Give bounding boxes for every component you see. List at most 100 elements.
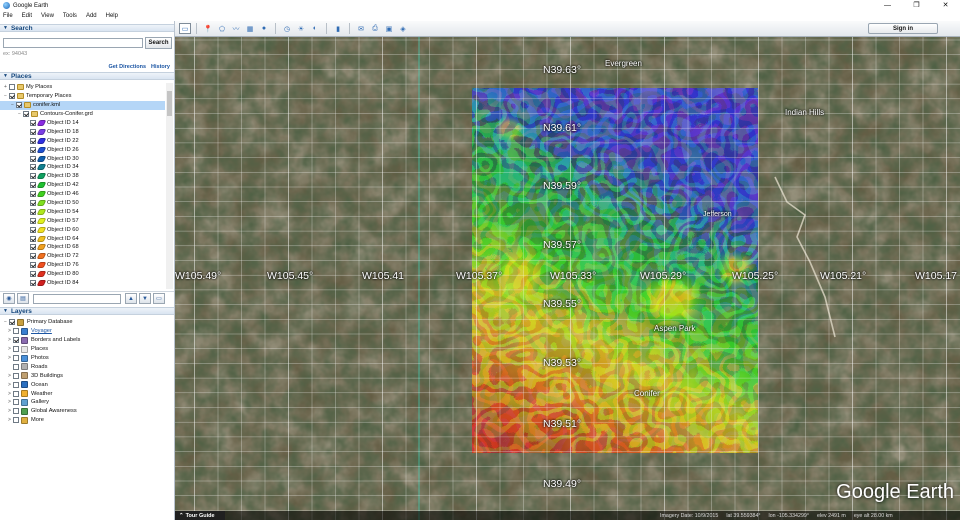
checkbox[interactable]: [30, 146, 36, 153]
checkbox[interactable]: [30, 191, 36, 198]
checkbox[interactable]: [30, 226, 36, 233]
places-item[interactable]: Object ID 26: [0, 145, 165, 154]
places-item[interactable]: Object ID 46: [0, 190, 165, 199]
search-button[interactable]: Search: [145, 37, 172, 49]
checkbox[interactable]: [9, 93, 15, 100]
layer-item[interactable]: > Places: [0, 345, 172, 354]
checkbox[interactable]: [30, 182, 36, 189]
polygon-icon[interactable]: ⬠: [216, 23, 228, 34]
places-item[interactable]: Object ID 57: [0, 216, 165, 225]
places-item[interactable]: Object ID 34: [0, 163, 165, 172]
checkbox[interactable]: [30, 128, 36, 135]
places-item[interactable]: Object ID 30: [0, 154, 165, 163]
checkbox[interactable]: [30, 244, 36, 251]
places-item[interactable]: Object ID 60: [0, 225, 165, 234]
checkbox[interactable]: [13, 417, 19, 424]
checkbox[interactable]: [13, 399, 19, 406]
expand-icon[interactable]: >: [7, 391, 12, 397]
history-link[interactable]: History: [151, 64, 170, 70]
placemark-icon[interactable]: 📍: [202, 23, 214, 34]
places-item[interactable]: − Temporary Places: [0, 92, 165, 101]
get-directions-link[interactable]: Get Directions: [108, 64, 146, 70]
arrow-down-icon[interactable]: ▼: [139, 293, 151, 304]
places-item[interactable]: Object ID 76: [0, 261, 165, 270]
expand-icon[interactable]: >: [7, 399, 12, 405]
place-label-jefferson[interactable]: Jefferson: [703, 211, 732, 218]
checkbox[interactable]: [30, 137, 36, 144]
places-item[interactable]: Object ID 68: [0, 243, 165, 252]
sunlight-icon[interactable]: ☀: [295, 23, 307, 34]
expand-icon[interactable]: >: [7, 382, 12, 388]
place-label-conifer[interactable]: Conifer: [634, 389, 660, 398]
checkbox[interactable]: [30, 164, 36, 171]
view-in-maps-icon[interactable]: ◈: [397, 23, 409, 34]
path-icon[interactable]: 〰: [230, 23, 242, 34]
menu-view[interactable]: View: [41, 13, 54, 19]
places-item[interactable]: − conifer.kml: [0, 100, 165, 110]
panel-toggle-icon[interactable]: ▤: [17, 293, 29, 304]
layer-item[interactable]: > Weather: [0, 389, 172, 398]
checkbox[interactable]: [30, 208, 36, 215]
expand-icon[interactable]: −: [3, 319, 8, 325]
close-button[interactable]: ✕: [931, 0, 960, 11]
places-item[interactable]: Object ID 54: [0, 207, 165, 216]
place-label-aspen-park[interactable]: Aspen Park: [654, 324, 695, 333]
place-label-evergreen[interactable]: Evergreen: [605, 59, 642, 68]
expand-icon[interactable]: >: [7, 355, 12, 361]
checkbox[interactable]: [13, 372, 19, 379]
menu-edit[interactable]: Edit: [22, 13, 32, 19]
checkbox[interactable]: [13, 363, 19, 370]
checkbox[interactable]: [30, 262, 36, 269]
place-label-indian-hills[interactable]: Indian Hills: [785, 108, 824, 117]
expand-icon[interactable]: >: [7, 373, 12, 379]
expand-icon[interactable]: >: [7, 408, 12, 414]
checkbox[interactable]: [30, 173, 36, 180]
map-view[interactable]: W105.49° W105.45° W105.41 W105.37° W105.…: [175, 37, 960, 520]
checkbox[interactable]: [30, 253, 36, 260]
checkbox[interactable]: [30, 271, 36, 278]
checkbox[interactable]: [13, 346, 19, 353]
layer-item[interactable]: > Ocean: [0, 380, 172, 389]
places-item[interactable]: Object ID 42: [0, 181, 165, 190]
arrow-up-icon[interactable]: ▲: [125, 293, 137, 304]
places-item[interactable]: Object ID 80: [0, 270, 165, 279]
places-item[interactable]: Object ID 50: [0, 199, 165, 208]
places-item[interactable]: Object ID 22: [0, 136, 165, 145]
layer-item[interactable]: Roads: [0, 362, 172, 371]
layer-item[interactable]: > Photos: [0, 354, 172, 363]
search-input[interactable]: [3, 38, 143, 48]
layer-item[interactable]: > Borders and Labels: [0, 336, 172, 345]
sidebar-toggle-icon[interactable]: ▭: [179, 23, 191, 34]
image-overlay-icon[interactable]: ▦: [244, 23, 256, 34]
scroll-thumb[interactable]: [167, 91, 172, 116]
search-header[interactable]: ▼ Search: [0, 24, 174, 32]
expand-icon[interactable]: −: [3, 93, 8, 99]
expand-icon[interactable]: >: [7, 328, 12, 334]
checkbox[interactable]: [30, 200, 36, 207]
sign-in-button[interactable]: Sign in: [868, 23, 938, 34]
minimize-button[interactable]: —: [873, 0, 902, 11]
menu-tools[interactable]: Tools: [63, 13, 77, 19]
layer-item[interactable]: > Gallery: [0, 398, 172, 407]
places-item[interactable]: Object ID 14: [0, 119, 165, 128]
checkbox[interactable]: [30, 217, 36, 224]
expand-icon[interactable]: >: [7, 346, 12, 352]
layer-item[interactable]: >3D Buildings: [0, 371, 172, 380]
places-item[interactable]: − Contours-Conifer.grd: [0, 110, 165, 119]
restore-button[interactable]: ❐: [902, 0, 931, 11]
save-image-icon[interactable]: ▣: [383, 23, 395, 34]
checkbox[interactable]: [13, 381, 19, 388]
expand-icon[interactable]: −: [17, 111, 22, 117]
expand-icon[interactable]: −: [10, 102, 15, 108]
folder-open-icon[interactable]: ▭: [153, 293, 165, 304]
layers-header[interactable]: ▼ Layers: [0, 307, 174, 315]
checkbox[interactable]: [13, 408, 19, 415]
ruler-icon[interactable]: ▮: [332, 23, 344, 34]
record-tour-icon[interactable]: ●: [258, 23, 270, 34]
expand-icon[interactable]: >: [7, 337, 12, 343]
email-icon[interactable]: ✉: [355, 23, 367, 34]
search-places-icon[interactable]: ◉: [3, 293, 15, 304]
menu-add[interactable]: Add: [86, 13, 97, 19]
places-header[interactable]: ▼ Places: [0, 72, 174, 80]
print-icon[interactable]: ⎙: [369, 23, 381, 34]
